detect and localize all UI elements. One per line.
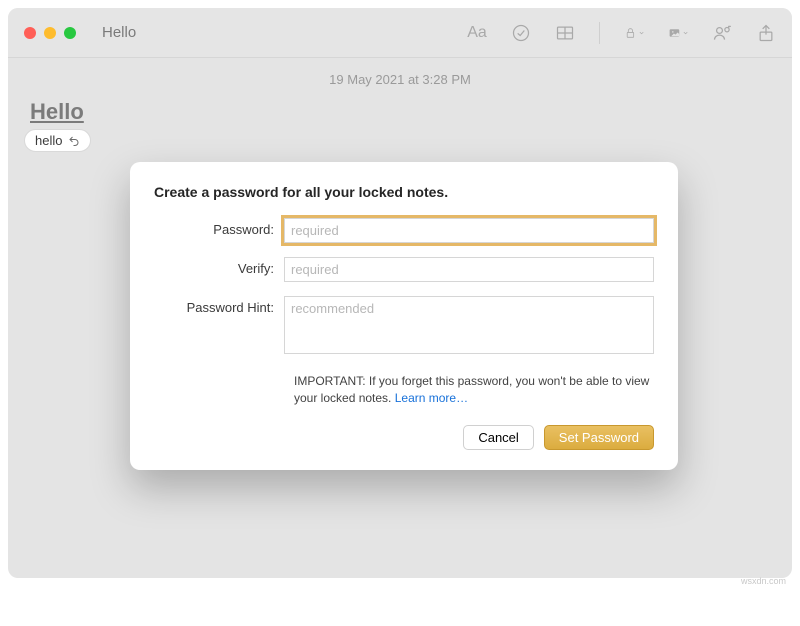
window-controls (24, 27, 76, 39)
fullscreen-window[interactable] (64, 27, 76, 39)
note-datetime: 19 May 2021 at 3:28 PM (8, 58, 792, 93)
toolbar-divider (599, 22, 600, 44)
password-input[interactable] (284, 218, 654, 243)
hint-label: Password Hint: (154, 296, 284, 315)
password-label: Password: (154, 218, 284, 237)
dialog-title: Create a password for all your locked no… (154, 184, 654, 200)
learn-more-link[interactable]: Learn more… (395, 391, 468, 405)
format-icon[interactable]: Aa (467, 23, 487, 43)
lock-icon[interactable] (624, 23, 644, 43)
collaborate-icon[interactable] (712, 23, 732, 43)
set-password-button[interactable]: Set Password (544, 425, 654, 450)
table-icon[interactable] (555, 23, 575, 43)
hint-row: Password Hint: (154, 296, 654, 359)
minimize-window[interactable] (44, 27, 56, 39)
verify-label: Verify: (154, 257, 284, 276)
toolbar: Aa (467, 22, 776, 44)
watermark: wsxdn.com (741, 576, 786, 586)
format-icon-label: Aa (467, 24, 487, 42)
important-note: IMPORTANT: If you forget this password, … (294, 373, 654, 407)
verify-input[interactable] (284, 257, 654, 282)
window-title: Hello (102, 24, 136, 41)
dialog-buttons: Cancel Set Password (154, 425, 654, 450)
cancel-button[interactable]: Cancel (463, 425, 533, 450)
share-icon[interactable] (756, 23, 776, 43)
important-text: IMPORTANT: If you forget this password, … (294, 374, 649, 405)
note-title: Hello (30, 99, 792, 125)
checklist-icon[interactable] (511, 23, 531, 43)
password-row: Password: (154, 218, 654, 243)
app-window: Hello Aa (8, 8, 792, 578)
autocorrect-text: hello (35, 133, 62, 148)
undo-icon (68, 135, 80, 147)
verify-row: Verify: (154, 257, 654, 282)
titlebar: Hello Aa (8, 8, 792, 58)
autocorrect-suggestion[interactable]: hello (24, 129, 91, 152)
hint-input[interactable] (284, 296, 654, 354)
password-dialog: Create a password for all your locked no… (130, 162, 678, 470)
close-window[interactable] (24, 27, 36, 39)
media-icon[interactable] (668, 23, 688, 43)
